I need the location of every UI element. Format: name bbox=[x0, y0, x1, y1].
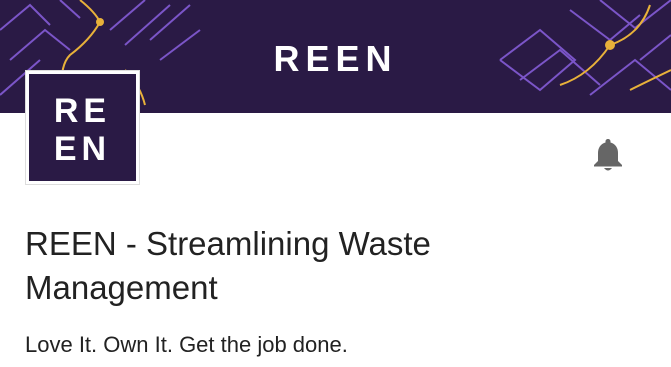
app-icon-line-2: EN bbox=[53, 130, 112, 168]
app-icon: RE EN bbox=[25, 70, 140, 185]
app-icon-line-1: RE bbox=[53, 92, 112, 130]
notification-bell-button[interactable] bbox=[591, 137, 625, 173]
app-icon-tile: RE EN bbox=[29, 74, 136, 181]
app-icon-logo: RE EN bbox=[29, 92, 136, 168]
app-tagline: Love It. Own It. Get the job done. bbox=[25, 332, 348, 357]
app-title: REEN - Streamlining Waste Management bbox=[25, 225, 431, 306]
bell-icon bbox=[594, 139, 622, 171]
